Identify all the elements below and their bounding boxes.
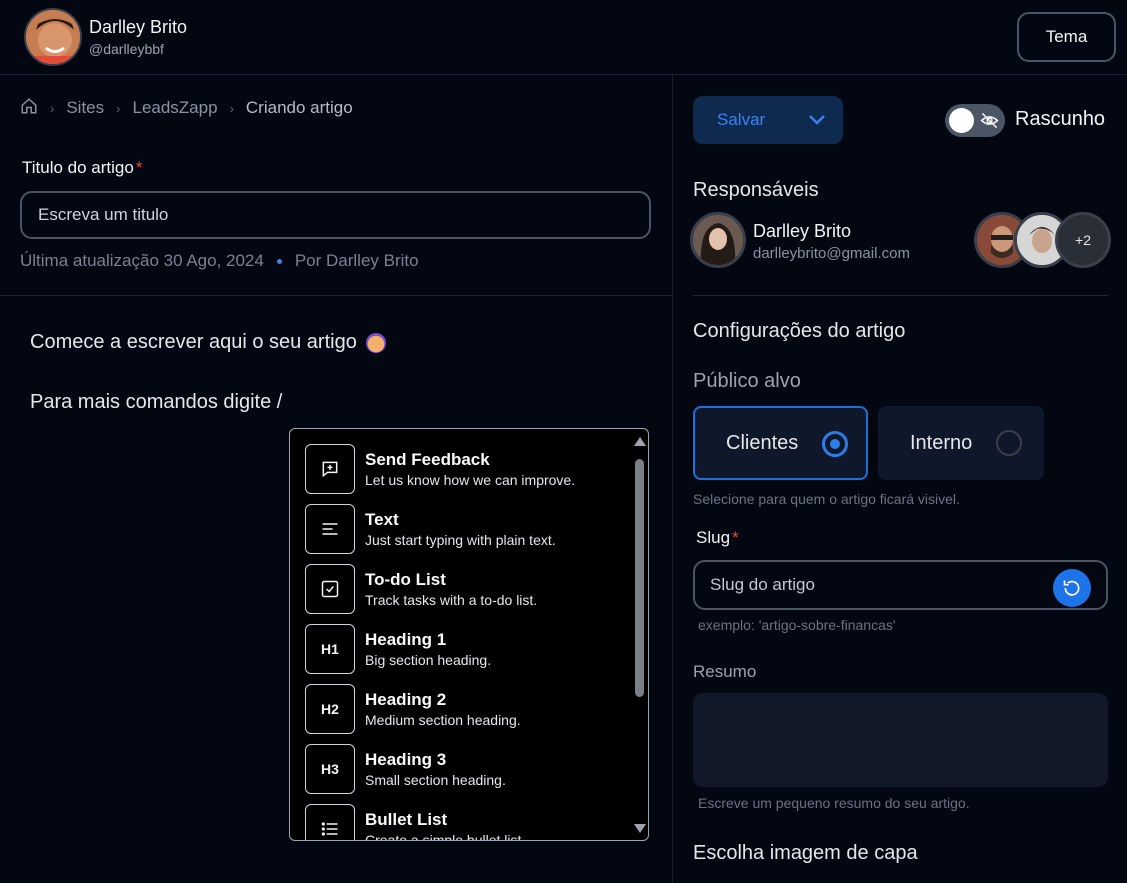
author: Por Darlley Brito [294,251,419,270]
cmd-desc: Medium section heading. [365,712,521,728]
slug-help: exemplo: 'artigo-sobre-financas' [698,617,896,633]
toggle-knob [949,108,974,133]
resumo-help: Escreve um pequeno resumo do seu artigo. [698,795,970,811]
cmd-item-heading-1[interactable]: H1 Heading 1 Big section heading. [305,624,625,674]
breadcrumb-sites[interactable]: Sites [66,98,104,118]
user-handle: @darlleybbf [89,41,164,57]
cmd-desc: Just start typing with plain text. [365,532,556,548]
last-update: Última atualização 30 Ago, 2024 [20,251,264,270]
article-meta: Última atualização 30 Ago, 2024 Por Darl… [20,251,419,271]
draft-toggle[interactable] [945,104,1005,137]
sidebar-divider [693,295,1109,296]
emoji-icon [365,332,386,353]
save-button[interactable]: Salvar [693,96,843,144]
cmd-item-text[interactable]: Text Just start typing with plain text. [305,504,625,554]
cmd-item-todo-list[interactable]: To-do List Track tasks with a to-do list. [305,564,625,614]
responsible-name: Darlley Brito [753,221,852,241]
radio-selected[interactable] [822,431,848,457]
editor-line[interactable]: Comece a escrever aqui o seu artigo [30,331,386,354]
save-label: Salvar [717,110,766,129]
heading-2-icon: H2 [305,684,355,734]
resumo-textarea[interactable] [693,693,1108,787]
slug-input[interactable]: Slug do artigo [693,560,1108,610]
editor-line[interactable]: Para mais comandos digite / [30,391,282,414]
cmd-title: Heading 1 [365,630,447,649]
theme-button[interactable]: Tema [1017,12,1116,62]
cmd-desc: Track tasks with a to-do list. [365,592,538,608]
responsible-email: darlleybrito@gmail.com [753,245,910,262]
heading-3-icon: H3 [305,744,355,794]
menu-scrollbar[interactable] [633,435,646,835]
more-members-badge[interactable]: +2 [1055,212,1111,268]
cmd-item-heading-3[interactable]: H3 Heading 3 Small section heading. [305,744,625,794]
cmd-desc: Let us know how we can improve. [365,472,576,488]
required-mark: * [135,158,143,177]
chevron-right-icon: › [116,100,121,116]
cmd-desc: Big section heading. [365,652,492,668]
cmd-desc: Create a simple bullet list. [365,832,526,841]
user-name: Darlley Brito [89,17,188,37]
cmd-title: Bullet List [365,810,448,829]
cmd-title: Text [365,510,399,529]
eye-off-icon [980,111,999,135]
scroll-up-icon[interactable] [634,437,646,446]
breadcrumb-leadszapp[interactable]: LeadsZapp [132,98,217,118]
chevron-right-icon: › [50,100,55,116]
radio-unselected[interactable] [996,430,1022,456]
title-input[interactable]: Escreva um titulo [20,191,651,239]
feedback-icon [305,444,355,494]
cmd-title: Send Feedback [365,450,490,469]
home-icon[interactable] [20,97,38,120]
scroll-thumb[interactable] [635,459,644,697]
cmd-desc: Small section heading. [365,772,506,788]
cmd-item-send-feedback[interactable]: Send Feedback Let us know how we can impr… [305,444,625,494]
audience-label: Interno [910,431,973,454]
audience-option-interno[interactable]: Interno [878,406,1044,480]
responsaveis-title: Responsáveis [693,179,819,201]
separator-dot [276,258,282,264]
user-avatar[interactable] [24,8,82,66]
responsible-avatar[interactable] [690,212,746,268]
draft-label: Rascunho [1015,108,1106,130]
editor-divider [0,295,672,296]
editor-text[interactable]: Comece a escrever aqui o seu artigo [30,331,357,354]
panel-divider [672,75,673,883]
top-header: Darlley Brito @darlleybbf Tema [0,0,1127,75]
heading-1-icon: H1 [305,624,355,674]
slug-label: Slug * [696,528,739,548]
breadcrumb-current: Criando artigo [245,98,353,117]
title-label: Titulo do artigo * [22,158,142,178]
slug-label-text: Slug [696,528,731,547]
audience-option-clientes[interactable]: Clientes [693,406,868,480]
scroll-down-icon[interactable] [634,824,646,833]
text-icon [305,504,355,554]
cmd-item-bullet-list[interactable]: Bullet List Create a simple bullet list. [305,804,625,841]
cmd-title: Heading 2 [365,690,447,709]
slash-command-menu: Send Feedback Let us know how we can impr… [289,428,649,841]
audience-title: Público alvo [693,370,801,392]
cmd-item-heading-2[interactable]: H2 Heading 2 Medium section heading. [305,684,625,734]
checkbox-icon [305,564,355,614]
chevron-down-icon[interactable] [807,111,827,134]
cmd-title: To-do List [365,570,446,589]
bullet-list-icon [305,804,355,840]
resumo-label: Resumo [693,662,757,681]
cover-title: Escolha imagem de capa [693,842,918,864]
config-title: Configurações do artigo [693,320,906,342]
refresh-icon[interactable] [1053,569,1091,607]
chevron-right-icon: › [229,100,234,116]
cmd-title: Heading 3 [365,750,447,769]
audience-label: Clientes [726,431,799,454]
required-mark: * [732,528,739,547]
title-label-text: Titulo do artigo [22,158,134,177]
slug-placeholder: Slug do artigo [710,575,815,594]
audience-help: Selecione para quem o artigo ficará visi… [693,491,960,507]
breadcrumb: › Sites › LeadsZapp › Criando artigo [20,97,353,119]
